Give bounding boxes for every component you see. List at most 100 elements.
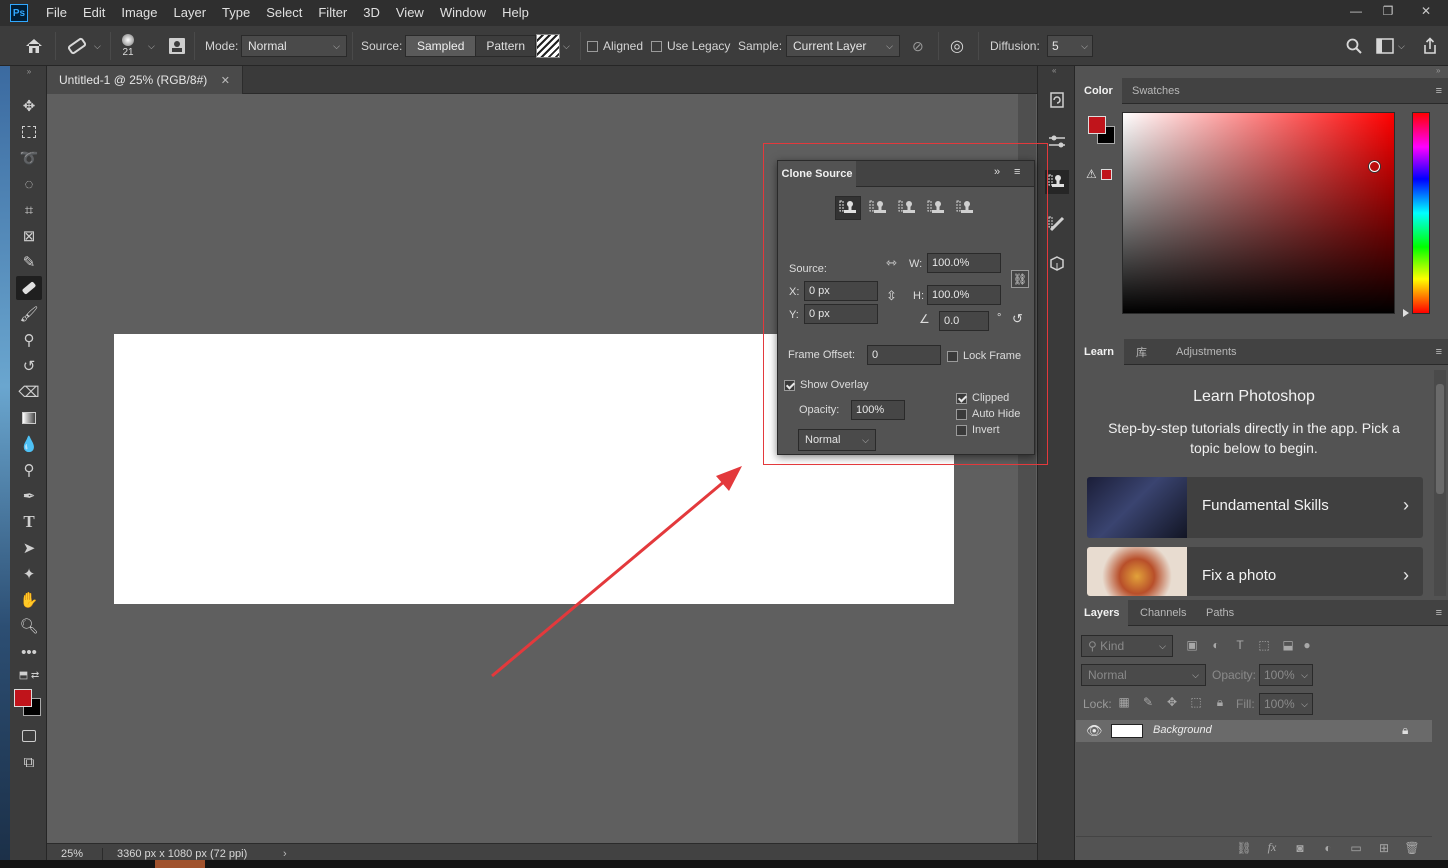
mode-dropdown[interactable]: Normal ⌵ — [241, 35, 347, 57]
pixel-filter-icon[interactable]: ▣ — [1180, 638, 1204, 652]
taskbar-active-app[interactable] — [155, 860, 205, 868]
out-of-gamut-warning[interactable]: ⚠ — [1086, 167, 1112, 181]
layer-row-background[interactable]: 👁︎ Background 🔒︎ — [1076, 720, 1432, 742]
path-selection-tool-icon[interactable]: ➤ — [16, 536, 42, 560]
layer-blend-mode-dropdown[interactable]: Normal ⌵ — [1081, 664, 1206, 686]
marquee-tool-icon[interactable] — [16, 120, 42, 144]
lock-position-icon[interactable]: ✥ — [1160, 695, 1184, 710]
layers-panel-menu-icon[interactable]: ≡ — [1436, 607, 1442, 619]
history-brush-tool-icon[interactable]: ↺ — [16, 354, 42, 378]
sampled-button[interactable]: Sampled — [406, 36, 476, 56]
clone-stamp-tool-icon[interactable]: ⚲ — [16, 328, 42, 352]
delete-layer-icon[interactable]: 🗑︎ — [1400, 841, 1424, 855]
menu-select[interactable]: Select — [258, 0, 310, 26]
type-filter-icon[interactable]: T — [1228, 638, 1252, 652]
eraser-tool-icon[interactable]: ⌫ — [16, 380, 42, 404]
collapse-toolbar-icon[interactable]: » — [16, 66, 42, 76]
add-mask-icon[interactable]: ◙ — [1288, 841, 1312, 855]
chevron-down-icon[interactable]: ⌵ — [148, 26, 155, 66]
brushes-panel-icon[interactable] — [1045, 212, 1069, 236]
collapse-right-panels-icon[interactable]: » — [1436, 66, 1440, 75]
brush-settings-panel-icon[interactable] — [1045, 130, 1069, 154]
tab-color[interactable]: Color — [1076, 78, 1122, 104]
move-tool-icon[interactable]: ✥ — [16, 94, 42, 118]
close-tab-icon[interactable]: ✕ — [221, 74, 230, 87]
tab-learn[interactable]: Learn — [1076, 339, 1124, 365]
lasso-tool-icon[interactable]: ➰ — [16, 146, 42, 170]
hue-slider-handle[interactable] — [1403, 309, 1409, 317]
pen-tool-icon[interactable]: ✒ — [16, 484, 42, 508]
expand-panels-icon[interactable]: « — [1052, 66, 1056, 75]
lock-artboard-icon[interactable]: ⬚ — [1184, 695, 1208, 710]
menu-type[interactable]: Type — [214, 0, 258, 26]
learn-panel-menu-icon[interactable]: ≡ — [1436, 346, 1442, 358]
menu-filter[interactable]: Filter — [310, 0, 355, 26]
quick-selection-tool-icon[interactable]: ◌ — [16, 172, 42, 196]
hand-tool-icon[interactable]: ✋ — [16, 588, 42, 612]
crop-tool-icon[interactable]: ⌗ — [16, 198, 42, 222]
color-field[interactable] — [1122, 112, 1395, 314]
hue-slider[interactable] — [1412, 112, 1430, 314]
document-tab[interactable]: Untitled-1 @ 25% (RGB/8#) ✕ — [47, 66, 243, 94]
quick-mask-icon[interactable] — [16, 724, 42, 748]
minimize-icon[interactable]: — — [1340, 0, 1372, 22]
zoom-level[interactable]: 25% — [47, 847, 103, 860]
learn-card-fix-a-photo[interactable]: Fix a photo › — [1087, 547, 1423, 596]
lock-transparent-pixels-icon[interactable]: ▦ — [1112, 695, 1136, 710]
gamut-color-chip[interactable] — [1100, 168, 1112, 180]
menu-image[interactable]: Image — [113, 0, 165, 26]
foreground-color-swatch[interactable] — [14, 689, 32, 707]
color-picker-handle[interactable] — [1369, 161, 1380, 172]
fx-icon[interactable]: fx — [1260, 840, 1284, 855]
layer-opacity-input[interactable]: 100% ⌵ — [1259, 664, 1313, 686]
menu-file[interactable]: File — [38, 0, 75, 26]
menu-help[interactable]: Help — [494, 0, 537, 26]
menu-edit[interactable]: Edit — [75, 0, 113, 26]
adjustment-filter-icon[interactable]: ◐ — [1204, 638, 1228, 652]
new-group-icon[interactable]: ▭ — [1344, 841, 1368, 855]
blur-tool-icon[interactable]: 💧 — [16, 432, 42, 456]
type-tool-icon[interactable]: T — [16, 510, 42, 534]
shape-filter-icon[interactable]: ⬚ — [1252, 638, 1276, 652]
learn-scrollbar[interactable] — [1434, 370, 1446, 596]
pattern-swatch[interactable]: ⌵ — [536, 26, 570, 66]
more-tools-icon[interactable]: ••• — [16, 640, 42, 664]
workspace-icon[interactable]: ⌵ — [1376, 26, 1405, 66]
filter-toggle-icon[interactable]: ● — [1300, 638, 1314, 652]
menu-window[interactable]: Window — [432, 0, 494, 26]
brush-tool-icon[interactable]: 🖌 — [16, 302, 42, 326]
menu-view[interactable]: View — [388, 0, 432, 26]
history-panel-icon[interactable] — [1045, 88, 1069, 112]
healing-brush-tool-icon[interactable] — [16, 276, 42, 300]
aligned-checkbox[interactable]: Aligned — [587, 26, 643, 66]
diffusion-input[interactable]: 5 ⌵ — [1047, 35, 1093, 57]
tab-adjustments[interactable]: Adjustments — [1168, 339, 1245, 365]
menu-layer[interactable]: Layer — [166, 0, 215, 26]
learn-scroll-thumb[interactable] — [1436, 384, 1444, 494]
tab-paths[interactable]: Paths — [1198, 600, 1242, 626]
color-panel-menu-icon[interactable]: ≡ — [1436, 85, 1442, 97]
eyedropper-tool-icon[interactable]: ✎ — [16, 250, 42, 274]
lock-all-icon[interactable]: 🔒︎ — [1208, 695, 1232, 710]
dodge-tool-icon[interactable]: ⚲ — [16, 458, 42, 482]
3d-panel-icon[interactable] — [1045, 252, 1069, 276]
pressure-size-icon[interactable]: ◎ — [950, 26, 964, 66]
clone-source-panel-icon[interactable] — [1045, 170, 1069, 194]
panel-foreground-swatch[interactable] — [1088, 116, 1106, 134]
lock-image-pixels-icon[interactable]: ✎ — [1136, 695, 1160, 710]
restore-icon[interactable]: ❐ — [1372, 0, 1404, 22]
home-icon[interactable] — [24, 26, 44, 66]
tab-channels[interactable]: Channels — [1132, 600, 1194, 626]
visibility-eye-icon[interactable]: 👁︎ — [1086, 723, 1103, 739]
close-icon[interactable]: ✕ — [1404, 0, 1448, 22]
custom-shape-tool-icon[interactable]: ✦ — [16, 562, 42, 586]
pattern-button[interactable]: Pattern — [475, 36, 536, 56]
swap-colors-icon[interactable]: ⬒ ⇄ — [16, 666, 42, 684]
frame-tool-icon[interactable]: ⊠ — [16, 224, 42, 248]
tab-libraries[interactable]: 库 — [1128, 339, 1155, 365]
learn-card-fundamental-skills[interactable]: Fundamental Skills › — [1087, 477, 1423, 538]
gradient-tool-icon[interactable] — [16, 406, 42, 430]
link-layers-icon[interactable]: ⛓ — [1232, 841, 1256, 855]
clone-source-panel-toggle-icon[interactable] — [168, 26, 186, 66]
use-legacy-checkbox[interactable]: Use Legacy — [651, 26, 730, 66]
